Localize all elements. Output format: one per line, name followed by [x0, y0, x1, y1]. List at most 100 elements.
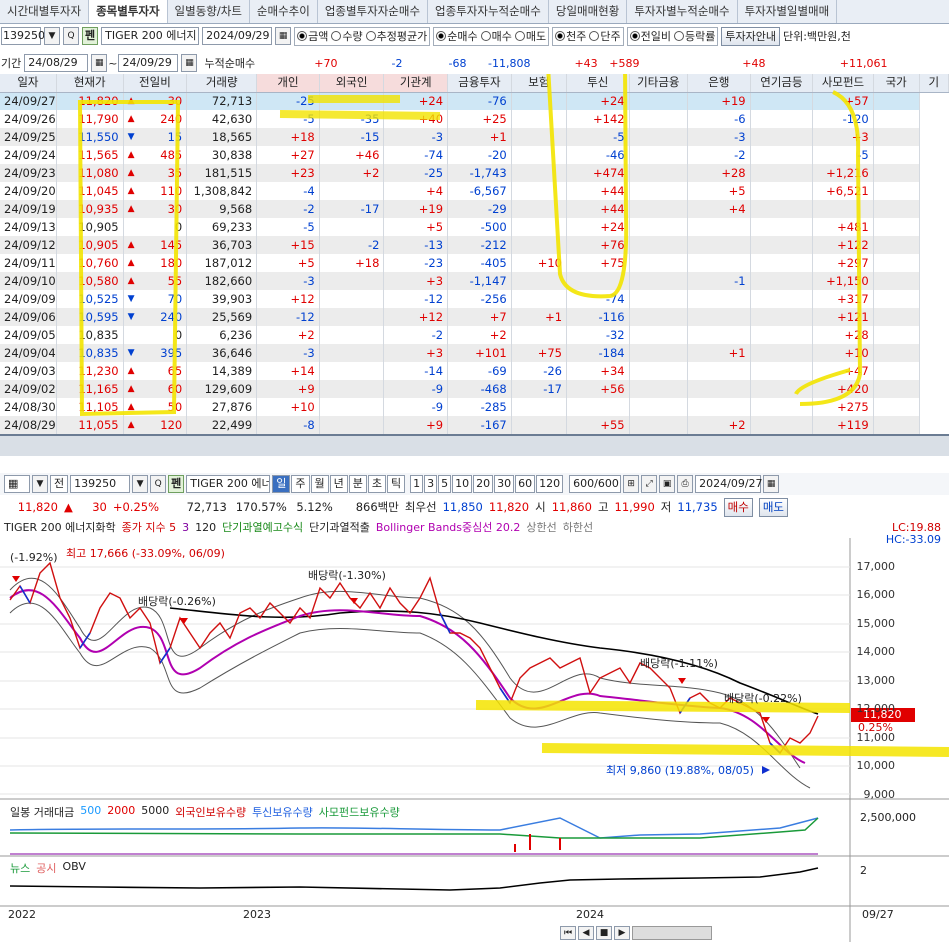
column-header[interactable]: 사모펀드 — [812, 74, 874, 93]
period-button[interactable]: 주 — [291, 475, 310, 493]
period-button[interactable]: 틱 — [387, 475, 406, 493]
table-row[interactable]: 24/09/13 10,905 0 69,233 -5 +5 -500 +24 +481 — [0, 218, 949, 236]
column-header[interactable]: 국가 — [873, 74, 920, 93]
tab-today-trades[interactable]: 당일매매현황 — [549, 0, 628, 23]
chart-pen-button[interactable]: 펜 — [168, 475, 185, 493]
code-input[interactable]: 139250 — [1, 27, 45, 45]
radio-buy[interactable]: 매수 — [480, 28, 512, 44]
column-header[interactable]: 개인 — [256, 74, 320, 93]
radio-avg[interactable]: 추정평균가 — [365, 28, 427, 44]
period-to-input[interactable]: 24/09/29 — [118, 54, 179, 72]
period-from-input[interactable]: 24/08/29 — [24, 54, 89, 72]
table-row[interactable]: 24/09/2511,5501518,565+18-15-3+1-5-3+3 — [0, 128, 949, 146]
table-row[interactable]: 24/09/0610,59524025,569-12 +12+7+1-116 +12… — [0, 308, 949, 326]
calendar-icon[interactable]: ▦ — [763, 475, 780, 493]
calendar-icon[interactable]: ▦ — [91, 54, 108, 72]
investor-guide-button[interactable]: 투자자안내 — [721, 26, 780, 46]
column-header[interactable]: 전일비 — [123, 74, 188, 93]
prev-button[interactable]: 전 — [50, 475, 69, 493]
sell-button[interactable]: 매도 — [758, 497, 788, 517]
tab-sector-investor[interactable]: 업종별투자자순매수 — [318, 0, 429, 23]
chart-code-input[interactable]: 139250 — [70, 475, 131, 493]
period-button[interactable]: 초 — [367, 475, 386, 493]
count-input[interactable]: 600/600 — [569, 475, 622, 493]
radio-sell[interactable]: 매도 — [514, 28, 546, 44]
table-row[interactable]: 24/08/3011,1055027,876+10 -9-285 +275 — [0, 398, 949, 416]
tab-investor-daily[interactable]: 투자자별일별매매 — [738, 0, 838, 23]
date-input[interactable]: 2024/09/29 — [202, 27, 273, 45]
prev-icon[interactable]: ◀ — [578, 926, 594, 940]
column-header[interactable]: 연기금등 — [750, 74, 814, 93]
table-row[interactable]: 24/09/1210,90514536,703+15-2-13-212 +76 +1… — [0, 236, 949, 254]
chart-tool-icon[interactable]: ⎙ — [677, 475, 694, 493]
tab-stock-investor[interactable]: 종목별투자자 — [89, 0, 168, 23]
chevron-down-icon[interactable]: ▼ — [32, 475, 48, 493]
table-row[interactable]: 24/09/1910,935309,568-2-17+19-29 +44 +4 — [0, 200, 949, 218]
table-row[interactable]: 24/09/0311,2306514,389+14 -14-69-26+34 +47 — [0, 362, 949, 380]
table-row[interactable]: 24/09/2311,08035181,515+23+2-25-1,743 +47… — [0, 164, 949, 182]
tab-time-investor[interactable]: 시간대별투자자 — [0, 0, 90, 23]
period-button[interactable]: 분 — [348, 475, 367, 493]
column-header[interactable]: 금융투자 — [447, 74, 512, 93]
column-header[interactable]: 외국인 — [319, 74, 385, 93]
column-header[interactable]: 투신 — [566, 74, 630, 93]
stop-icon[interactable]: ■ — [596, 926, 612, 940]
chevron-down-icon[interactable]: ▼ — [44, 27, 60, 45]
chart-date-input[interactable]: 2024/09/27 — [695, 475, 763, 493]
column-header[interactable]: 기타금융 — [629, 74, 689, 93]
table-row[interactable]: 24/09/2611,79024042,630-5-35+40+25 +142 -6… — [0, 110, 949, 128]
radio-qty[interactable]: 수량 — [331, 28, 363, 44]
table-row[interactable]: 24/09/0211,16560129,609+9 -9-468-17+56 +42… — [0, 380, 949, 398]
interval-button[interactable]: 60 — [515, 475, 536, 493]
table-row[interactable]: 24/09/2711,8203072,713-25+24-76+24+19+57 — [0, 92, 949, 110]
scrollbar[interactable] — [632, 926, 712, 940]
chevron-down-icon[interactable]: ▼ — [132, 475, 149, 493]
table-row[interactable]: 24/09/2411,56548530,838+27+46-74-20 -46 -2… — [0, 146, 949, 164]
tab-daily-trend[interactable]: 일별동향/차트 — [168, 0, 250, 23]
interval-button[interactable]: 1 — [410, 475, 424, 493]
radio-net[interactable]: 순매수 — [436, 28, 478, 44]
tab-net-buy-trend[interactable]: 순매수추이 — [250, 0, 318, 23]
column-header[interactable]: 거래량 — [186, 74, 258, 93]
chart-type-select[interactable]: ▦ — [4, 475, 30, 493]
table-row[interactable]: 24/09/0410,83539536,646-3 +3+101+75-184 +1… — [0, 344, 949, 362]
table-row[interactable]: 24/09/05 10,835 0 6,236 +2 -2 +2 -32 +28 — [0, 326, 949, 344]
calendar-icon[interactable]: ▦ — [181, 54, 198, 72]
column-header[interactable]: 기 — [919, 74, 949, 93]
radio-rate[interactable]: 등락률 — [673, 28, 715, 44]
save-icon[interactable]: ▣ — [659, 475, 676, 493]
buy-button[interactable]: 매수 — [723, 497, 753, 517]
calendar-icon[interactable]: ▦ — [275, 27, 292, 45]
chart-tool-icon[interactable]: ⤢ — [641, 475, 658, 493]
table-row[interactable]: 24/09/0910,5257039,903+12 -12-256 -74 +317 — [0, 290, 949, 308]
column-header[interactable]: 현재가 — [56, 74, 124, 93]
radio-thousand[interactable]: 천주 — [555, 28, 586, 44]
tab-sector-cumulative[interactable]: 업종투자자누적순매수 — [428, 0, 549, 23]
interval-button[interactable]: 30 — [494, 475, 515, 493]
column-header[interactable]: 일자 — [0, 74, 57, 93]
radio-prevday[interactable]: 전일비 — [629, 28, 671, 44]
chart-tool-icon[interactable]: ⊞ — [623, 475, 640, 493]
table-row[interactable]: 24/09/1010,58055182,660-3 +3-1,147 -1 +1,15… — [0, 272, 949, 290]
period-button[interactable]: 년 — [329, 475, 348, 493]
interval-button[interactable]: 5 — [438, 475, 452, 493]
interval-button[interactable]: 120 — [536, 475, 564, 493]
period-button[interactable]: 월 — [310, 475, 329, 493]
radio-amount[interactable]: 금액 — [297, 28, 328, 44]
table-row[interactable]: 24/09/1110,760180187,012+5+18-23-405+10+… — [0, 254, 949, 272]
search-icon[interactable]: Q — [150, 475, 167, 493]
column-header[interactable]: 기관계 — [383, 74, 449, 93]
period-button[interactable]: 일 — [272, 475, 291, 493]
interval-button[interactable]: 20 — [473, 475, 494, 493]
panel-divider[interactable] — [0, 434, 949, 456]
tab-investor-cumulative[interactable]: 투자자별누적순매수 — [627, 0, 738, 23]
column-header[interactable]: 은행 — [687, 74, 751, 93]
pen-button[interactable]: 펜 — [82, 27, 99, 45]
first-icon[interactable]: ⏮ — [560, 926, 576, 940]
radio-single[interactable]: 단주 — [589, 28, 621, 44]
table-row[interactable]: 24/09/2011,0451101,308,842-4 +4-6,567 +44 +… — [0, 182, 949, 200]
next-icon[interactable]: ▶ — [614, 926, 630, 940]
interval-button[interactable]: 10 — [452, 475, 473, 493]
column-header[interactable]: 보험 — [511, 74, 568, 93]
table-row[interactable]: 24/08/2911,05512022,499-8 +9-167 +55 +2 +119 — [0, 416, 949, 434]
